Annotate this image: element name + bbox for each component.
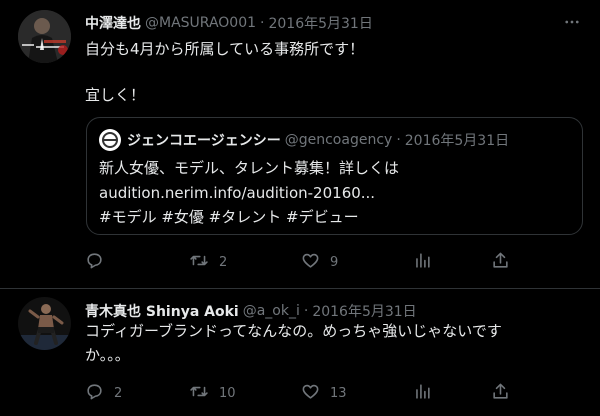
display-name[interactable]: 中澤達也 — [85, 13, 141, 33]
tweet-text: か。。。 — [85, 346, 130, 364]
retweet-icon — [189, 251, 209, 274]
separator-dot: · — [303, 303, 309, 319]
reply-button[interactable]: 2 — [85, 381, 122, 405]
retweet-count: 2 — [219, 254, 228, 270]
display-name[interactable]: 青木真也 Shinya Aoki — [85, 301, 239, 321]
like-count: 13 — [330, 385, 347, 401]
quote-username: @gencoagency — [284, 132, 393, 148]
share-icon — [491, 382, 510, 405]
separator-dot: · — [260, 15, 265, 31]
retweet-icon — [189, 382, 209, 405]
stats-icon — [413, 251, 432, 274]
quote-display-name: ジェンコエージェンシー — [127, 133, 281, 149]
quote-text: 新人女優、モデル、タレント募集！詳しくは — [99, 159, 400, 177]
stats-button[interactable] — [413, 250, 432, 274]
action-bar: 2 10 13 — [85, 381, 508, 405]
tweet-header: 中澤達也 @MASURAO001 · 2016年5月31日 — [85, 13, 373, 33]
quote-hashtags: #モデル #女優 #タレント #デビュー — [99, 208, 359, 226]
like-button[interactable]: 13 — [301, 381, 347, 405]
action-bar: 2 9 — [85, 250, 508, 274]
tweet[interactable]: 青木真也 Shinya Aoki @a_ok_i · 2016年5月31日 コデ… — [0, 289, 600, 416]
tweet-text: コディガーブランドってなんなの。めっちゃ強いじゃないです — [85, 322, 502, 340]
like-icon — [301, 251, 320, 274]
more-icon — [563, 13, 581, 35]
like-count: 9 — [330, 254, 339, 270]
share-button[interactable] — [491, 250, 510, 274]
like-icon — [301, 382, 320, 405]
tweet[interactable]: 中澤達也 @MASURAO001 · 2016年5月31日 自分も4月から所属し… — [0, 0, 600, 289]
username[interactable]: @MASURAO001 — [145, 15, 256, 31]
reply-icon — [85, 382, 104, 405]
stats-button[interactable] — [413, 381, 432, 405]
username[interactable]: @a_ok_i — [243, 303, 300, 319]
retweet-button[interactable]: 2 — [189, 250, 227, 274]
quote-timestamp: 2016年5月31日 — [404, 133, 510, 149]
share-button[interactable] — [491, 381, 510, 405]
retweet-button[interactable]: 10 — [189, 381, 236, 405]
more-button[interactable] — [560, 12, 584, 36]
quote-link: audition.nerim.info/audition-20160... — [99, 184, 376, 202]
stats-icon — [413, 382, 432, 405]
reply-icon — [85, 251, 104, 274]
avatar[interactable] — [18, 10, 71, 63]
avatar[interactable] — [18, 297, 71, 350]
quote-header: ジェンコエージェンシー @gencoagency · 2016年5月31日 — [99, 128, 509, 152]
timestamp[interactable]: 2016年5月31日 — [312, 301, 416, 321]
timestamp[interactable]: 2016年5月31日 — [268, 13, 372, 33]
retweet-count: 10 — [219, 385, 236, 401]
tweet-text: 自分も4月から所属している事務所です！ — [85, 40, 365, 58]
quoted-tweet[interactable]: ジェンコエージェンシー @gencoagency · 2016年5月31日 新人… — [86, 117, 583, 235]
separator-dot: · — [396, 132, 401, 148]
quote-avatar — [99, 129, 121, 151]
reply-count: 2 — [114, 385, 123, 401]
tweet-header: 青木真也 Shinya Aoki @a_ok_i · 2016年5月31日 — [85, 301, 417, 321]
share-icon — [491, 251, 510, 274]
reply-button[interactable] — [85, 250, 114, 274]
like-button[interactable]: 9 — [301, 250, 338, 274]
tweet-text: 宜しく！ — [85, 86, 146, 104]
